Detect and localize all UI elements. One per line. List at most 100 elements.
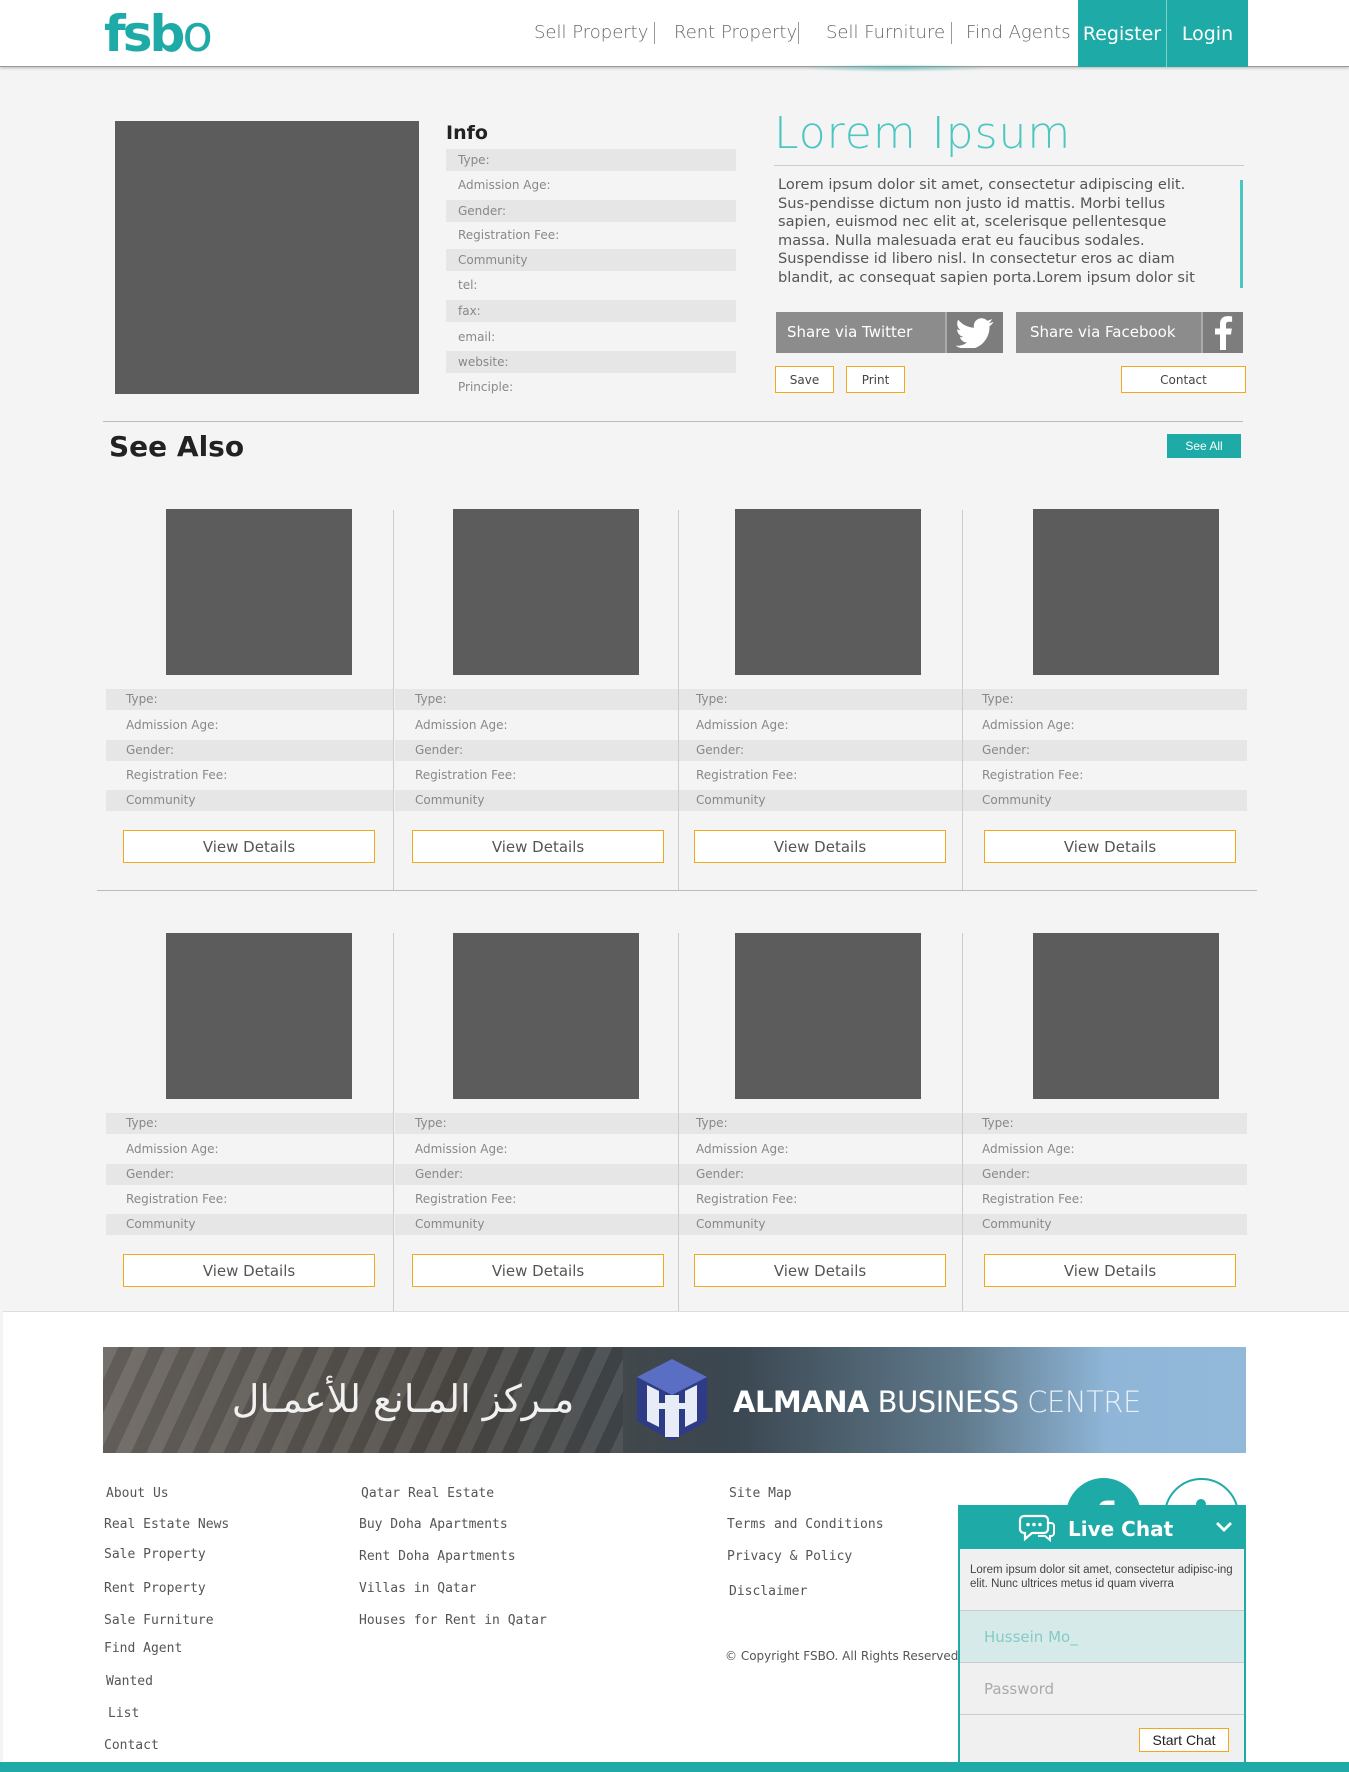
card-photo[interactable] <box>735 933 921 1099</box>
facebook-icon <box>1201 312 1243 353</box>
card-divider <box>393 510 394 890</box>
share-facebook-label: Share via Facebook <box>1030 323 1176 341</box>
card-field: Type: <box>677 689 962 710</box>
section-divider <box>103 421 1243 422</box>
chat-password-field[interactable]: Password <box>960 1662 1244 1714</box>
view-details-button[interactable]: View Details <box>694 1254 946 1287</box>
footer-link[interactable]: Houses for Rent in Qatar <box>359 1613 547 1628</box>
see-all-button[interactable]: See All <box>1167 434 1241 458</box>
card-field: Community <box>106 1214 393 1235</box>
view-details-button[interactable]: View Details <box>412 830 664 863</box>
print-button[interactable]: Print <box>846 366 905 393</box>
save-button[interactable]: Save <box>775 366 834 393</box>
live-chat-message: Lorem ipsum dolor sit amet, consectetur … <box>970 1564 1233 1590</box>
card-field: Community <box>106 790 393 811</box>
card-field: Type: <box>106 689 393 710</box>
card-field: Admission Age: <box>415 718 508 732</box>
card-field: Gender: <box>106 1164 393 1185</box>
chevron-down-icon[interactable] <box>1215 1520 1233 1539</box>
nav-highlight <box>800 64 990 72</box>
start-chat-button[interactable]: Start Chat <box>1139 1728 1229 1752</box>
twitter-icon <box>945 312 1003 353</box>
share-twitter-label: Share via Twitter <box>787 323 913 341</box>
card-field: Community <box>963 1214 1247 1235</box>
chat-bubble-icon <box>1018 1513 1056 1548</box>
card-field: Registration Fee: <box>126 1192 228 1206</box>
footer-link[interactable]: Terms and Conditions <box>727 1517 884 1532</box>
live-chat-header[interactable]: Live Chat <box>960 1507 1244 1549</box>
footer-link[interactable]: Contact <box>104 1738 159 1753</box>
card-photo[interactable] <box>1033 509 1219 675</box>
card-divider <box>393 933 394 1311</box>
live-chat-widget[interactable]: Live Chat Lorem ipsum dolor sit amet, co… <box>958 1505 1246 1767</box>
card-field: Type: <box>963 1113 1247 1134</box>
banner-brand-text: ALMANA BUSINESS CENTRE <box>733 1385 1141 1419</box>
see-also-title: See Also <box>109 430 245 463</box>
footer-link[interactable]: Rent Doha Apartments <box>359 1549 516 1564</box>
card-field: Admission Age: <box>696 1142 789 1156</box>
nav-sell-furniture[interactable]: Sell Furniture <box>826 22 945 43</box>
info-field: Type: <box>446 149 736 171</box>
nav-sell-property[interactable]: Sell Property <box>534 22 648 43</box>
info-field: website: <box>446 351 736 373</box>
footer-link[interactable]: Real Estate News <box>104 1517 229 1532</box>
footer-link[interactable]: Site Map <box>729 1486 792 1501</box>
card-photo[interactable] <box>735 509 921 675</box>
card-field: Community <box>395 790 678 811</box>
listing-description: Lorem ipsum dolor sit amet, consectetur … <box>778 176 1195 286</box>
nav-find-agents[interactable]: Find Agents <box>966 22 1071 43</box>
footer-link[interactable]: Buy Doha Apartments <box>359 1517 508 1532</box>
card-field: Registration Fee: <box>982 768 1084 782</box>
footer-link[interactable]: Sale Furniture <box>104 1613 214 1628</box>
card-photo[interactable] <box>166 933 352 1099</box>
footer-link[interactable]: Wanted <box>106 1674 153 1689</box>
card-field: Gender: <box>395 1164 678 1185</box>
view-details-button[interactable]: View Details <box>412 1254 664 1287</box>
card-divider <box>962 933 963 1311</box>
nav-rent-property[interactable]: Rent Property <box>674 22 797 43</box>
footer-link[interactable]: List <box>108 1706 139 1721</box>
footer-link[interactable]: Privacy & Policy <box>727 1549 852 1564</box>
description-scrollbar[interactable] <box>1240 180 1243 288</box>
view-details-button[interactable]: View Details <box>123 830 375 863</box>
view-details-button[interactable]: View Details <box>984 830 1236 863</box>
contact-button[interactable]: Contact <box>1121 366 1246 393</box>
chat-divider <box>960 1714 1244 1715</box>
view-details-button[interactable]: View Details <box>694 830 946 863</box>
card-field: Registration Fee: <box>696 1192 798 1206</box>
footer-link[interactable]: Find Agent <box>104 1641 182 1656</box>
view-details-button[interactable]: View Details <box>984 1254 1236 1287</box>
card-field: Admission Age: <box>126 718 219 732</box>
card-field: Registration Fee: <box>982 1192 1084 1206</box>
card-field: Community <box>677 790 962 811</box>
share-twitter-button[interactable]: Share via Twitter <box>776 312 1003 353</box>
card-photo[interactable] <box>166 509 352 675</box>
footer-link[interactable]: Sale Property <box>104 1547 206 1562</box>
footer-link[interactable]: Villas in Qatar <box>359 1581 476 1596</box>
share-facebook-button[interactable]: Share via Facebook <box>1016 312 1243 353</box>
footer-link[interactable]: About Us <box>106 1486 169 1501</box>
login-button[interactable]: Login <box>1167 0 1248 67</box>
footer-link[interactable]: Rent Property <box>104 1581 206 1596</box>
card-field: Admission Age: <box>696 718 789 732</box>
footer-link[interactable]: Qatar Real Estate <box>361 1486 494 1501</box>
info-field: Admission Age: <box>458 178 551 192</box>
card-field: Community <box>963 790 1247 811</box>
register-button[interactable]: Register <box>1078 0 1166 67</box>
card-photo[interactable] <box>1033 933 1219 1099</box>
info-field: email: <box>458 330 496 344</box>
live-chat-title: Live Chat <box>1068 1517 1174 1541</box>
card-field: Gender: <box>963 740 1247 761</box>
site-header: fsbo Sell Property Rent Property Sell Fu… <box>0 0 1349 67</box>
almana-business-centre-banner[interactable]: مـركز المـانع للأعمـال ALMANA BUSINESS C… <box>103 1347 1246 1453</box>
view-details-button[interactable]: View Details <box>123 1254 375 1287</box>
cards-row-divider <box>97 890 1257 891</box>
footer-link[interactable]: Disclaimer <box>729 1584 807 1599</box>
card-photo[interactable] <box>453 933 639 1099</box>
chat-name-field[interactable]: Hussein Mo_ <box>960 1610 1244 1662</box>
card-photo[interactable] <box>453 509 639 675</box>
info-field: Principle: <box>458 380 514 394</box>
info-field: fax: <box>446 300 736 322</box>
fsbo-logo[interactable]: fsbo <box>104 4 213 64</box>
footer-bottom-bar <box>0 1762 1349 1772</box>
